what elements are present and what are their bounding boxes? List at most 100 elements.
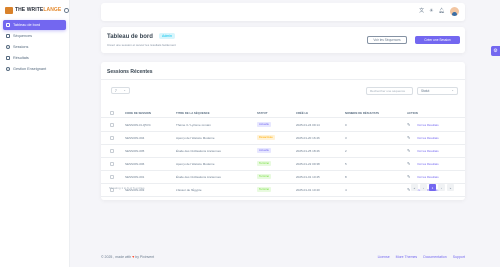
copyright: © 2025 , made with ♥ by Pixinvent [101, 255, 155, 259]
users-icon [6, 67, 10, 71]
home-icon [6, 23, 10, 27]
sidebar-item-sequences[interactable]: Séquences [3, 31, 66, 41]
col-action: ACTION [407, 111, 418, 115]
session-code: SESSION-005 [125, 149, 145, 153]
edit-icon[interactable]: ✎ [407, 161, 410, 166]
edit-icon[interactable]: ✎ [407, 148, 410, 153]
result-count: 3 [345, 136, 347, 140]
table-header: CODE DE SESSION TITRE DE LA SÉQUENCE STA… [101, 110, 465, 118]
page-next[interactable]: › [438, 184, 445, 191]
status-badge: Désactivée [257, 135, 275, 140]
status-badge: Terminé [257, 161, 271, 166]
sequence-title: Étude des Civilisations Anciennes [176, 175, 221, 179]
sidebar-item-results[interactable]: Résultats [3, 53, 66, 63]
status-badge: Terminé [257, 174, 271, 179]
footer-link-support[interactable]: Support [453, 255, 465, 259]
sequence-title: Thème 3 / Lyrisme romain [176, 123, 211, 127]
status-badge: Actuelle [257, 122, 271, 127]
table-row: SESSION-FLQ5V4 Thème 3 / Lyrisme romain Ac… [101, 119, 465, 132]
top-navbar: 文 ☀ 🔔︎ [101, 3, 465, 21]
view-sequences-button[interactable]: Voir les Séquences [367, 36, 407, 44]
table-row: SESSION-005 Étude des Civilisations Ancie… [101, 145, 465, 158]
footer-link-themes[interactable]: More Themes [396, 255, 418, 259]
dashboard-header-card: Tableau de bord Admin Créez une session … [101, 27, 465, 53]
table-row: SESSION-006 Aperçu de l'Histoire Moderne T… [101, 158, 465, 171]
page-first[interactable]: « [411, 184, 418, 191]
table-row: SESSION-001 Étude des Civilisations Ancie… [101, 171, 465, 184]
footer-links: License More Themes Documentation Suppor… [378, 255, 465, 259]
notification-icon[interactable]: 🔔︎ [439, 9, 445, 14]
recent-sessions-card: Sessions Récentes 7 Rechercher une séque… [101, 62, 465, 200]
logo-mark [5, 6, 13, 14]
sidebar-item-dashboard[interactable]: Tableau de bord [3, 20, 66, 30]
created-date: 2025-01-25 18:46 [296, 149, 320, 153]
sidebar-toggle-icon[interactable] [64, 7, 69, 13]
edit-icon[interactable]: ✎ [407, 174, 410, 179]
result-count: 5 [345, 162, 347, 166]
view-results-link[interactable]: Voir les Résultats [417, 123, 439, 127]
row-checkbox[interactable] [110, 175, 114, 179]
create-session-button[interactable]: Créer une Session [415, 36, 460, 44]
footer-link-license[interactable]: License [378, 255, 390, 259]
session-code: SESSION-FLQ5V4 [125, 123, 151, 127]
col-code[interactable]: CODE DE SESSION [125, 111, 151, 115]
language-icon[interactable]: 文 [419, 9, 424, 14]
session-code: SESSION-006 [125, 162, 145, 166]
result-count: 2 [345, 149, 347, 153]
navbar-icons: 文 ☀ 🔔︎ [419, 7, 459, 16]
role-badge: Admin [159, 33, 175, 39]
status-badge: Actuelle [257, 148, 271, 153]
result-count: 0 [345, 123, 347, 127]
pagination: « ‹ 1 › » [411, 184, 454, 191]
avatar[interactable] [450, 7, 459, 16]
heart-icon: ♥ [132, 255, 135, 259]
theme-icon[interactable]: ☀ [429, 9, 433, 14]
created-date: 2025-01-24 09:14 [296, 123, 320, 127]
row-checkbox[interactable] [110, 123, 114, 127]
section-title: Sessions Récentes [107, 69, 153, 75]
created-date: 2025-01-01 10:40 [296, 188, 320, 192]
row-checkbox[interactable] [110, 149, 114, 153]
view-results-link[interactable]: Voir les Résultats [417, 136, 439, 140]
view-results-link[interactable]: Voir les Résultats [417, 162, 439, 166]
col-count[interactable]: NOMBRE DE RÉSULTATS [345, 111, 379, 115]
col-status[interactable]: STATUT [257, 111, 268, 115]
page-1[interactable]: 1 [429, 184, 436, 191]
status-badge: Terminé [257, 187, 271, 192]
edit-icon[interactable]: ✎ [407, 135, 410, 140]
sidebar: THE WRITELANGE Tableau de bord Séquences… [0, 0, 70, 267]
view-results-link[interactable]: Voir les Résultats [417, 149, 439, 153]
table-info: Showing 1 to 6 of 6 entries [109, 186, 145, 190]
result-count: 8 [345, 175, 347, 179]
sequence-title: L'Essor de l'Égypte [176, 188, 202, 192]
search-input[interactable]: Rechercher une séquence [366, 87, 413, 95]
edit-icon[interactable]: ✎ [407, 187, 410, 192]
page-prev[interactable]: ‹ [420, 184, 427, 191]
sidebar-item-teachers[interactable]: Gestion Enseignant [3, 64, 66, 74]
row-checkbox[interactable] [110, 136, 114, 140]
col-title[interactable]: TITRE DE LA SÉQUENCE [176, 111, 210, 115]
footer-link-docs[interactable]: Documentation [423, 255, 447, 259]
clock-icon [6, 45, 10, 49]
view-results-link[interactable]: Voir les Résultats [417, 175, 439, 179]
sidebar-nav: Tableau de bord Séquences Sessions Résul… [0, 16, 69, 74]
chart-icon [6, 56, 10, 60]
status-filter-select[interactable]: Statut [417, 87, 458, 95]
brand-logo[interactable]: THE WRITELANGE [0, 0, 69, 16]
created-date: 2025-01-01 10:45 [296, 175, 320, 179]
divider [101, 79, 465, 80]
edit-icon[interactable]: ✎ [407, 122, 410, 127]
created-date: 2025-01-20 16:46 [296, 136, 320, 140]
col-created[interactable]: CRÉÉ LE [296, 111, 308, 115]
row-checkbox[interactable] [110, 162, 114, 166]
list-icon [6, 34, 10, 38]
settings-gear-icon[interactable]: ⚙ [491, 46, 500, 56]
page-subtitle: Créez une session et suivez les résultat… [107, 43, 176, 47]
sidebar-item-sessions[interactable]: Sessions [3, 42, 66, 52]
footer: © 2025 , made with ♥ by Pixinvent Licens… [101, 253, 465, 263]
page-last[interactable]: » [447, 184, 454, 191]
select-all-checkbox[interactable] [110, 111, 114, 115]
created-date: 2025-01-22 09:38 [296, 162, 320, 166]
sequence-title: Étude des Civilisations Anciennes [176, 149, 221, 153]
page-size-select[interactable]: 7 [111, 87, 130, 94]
